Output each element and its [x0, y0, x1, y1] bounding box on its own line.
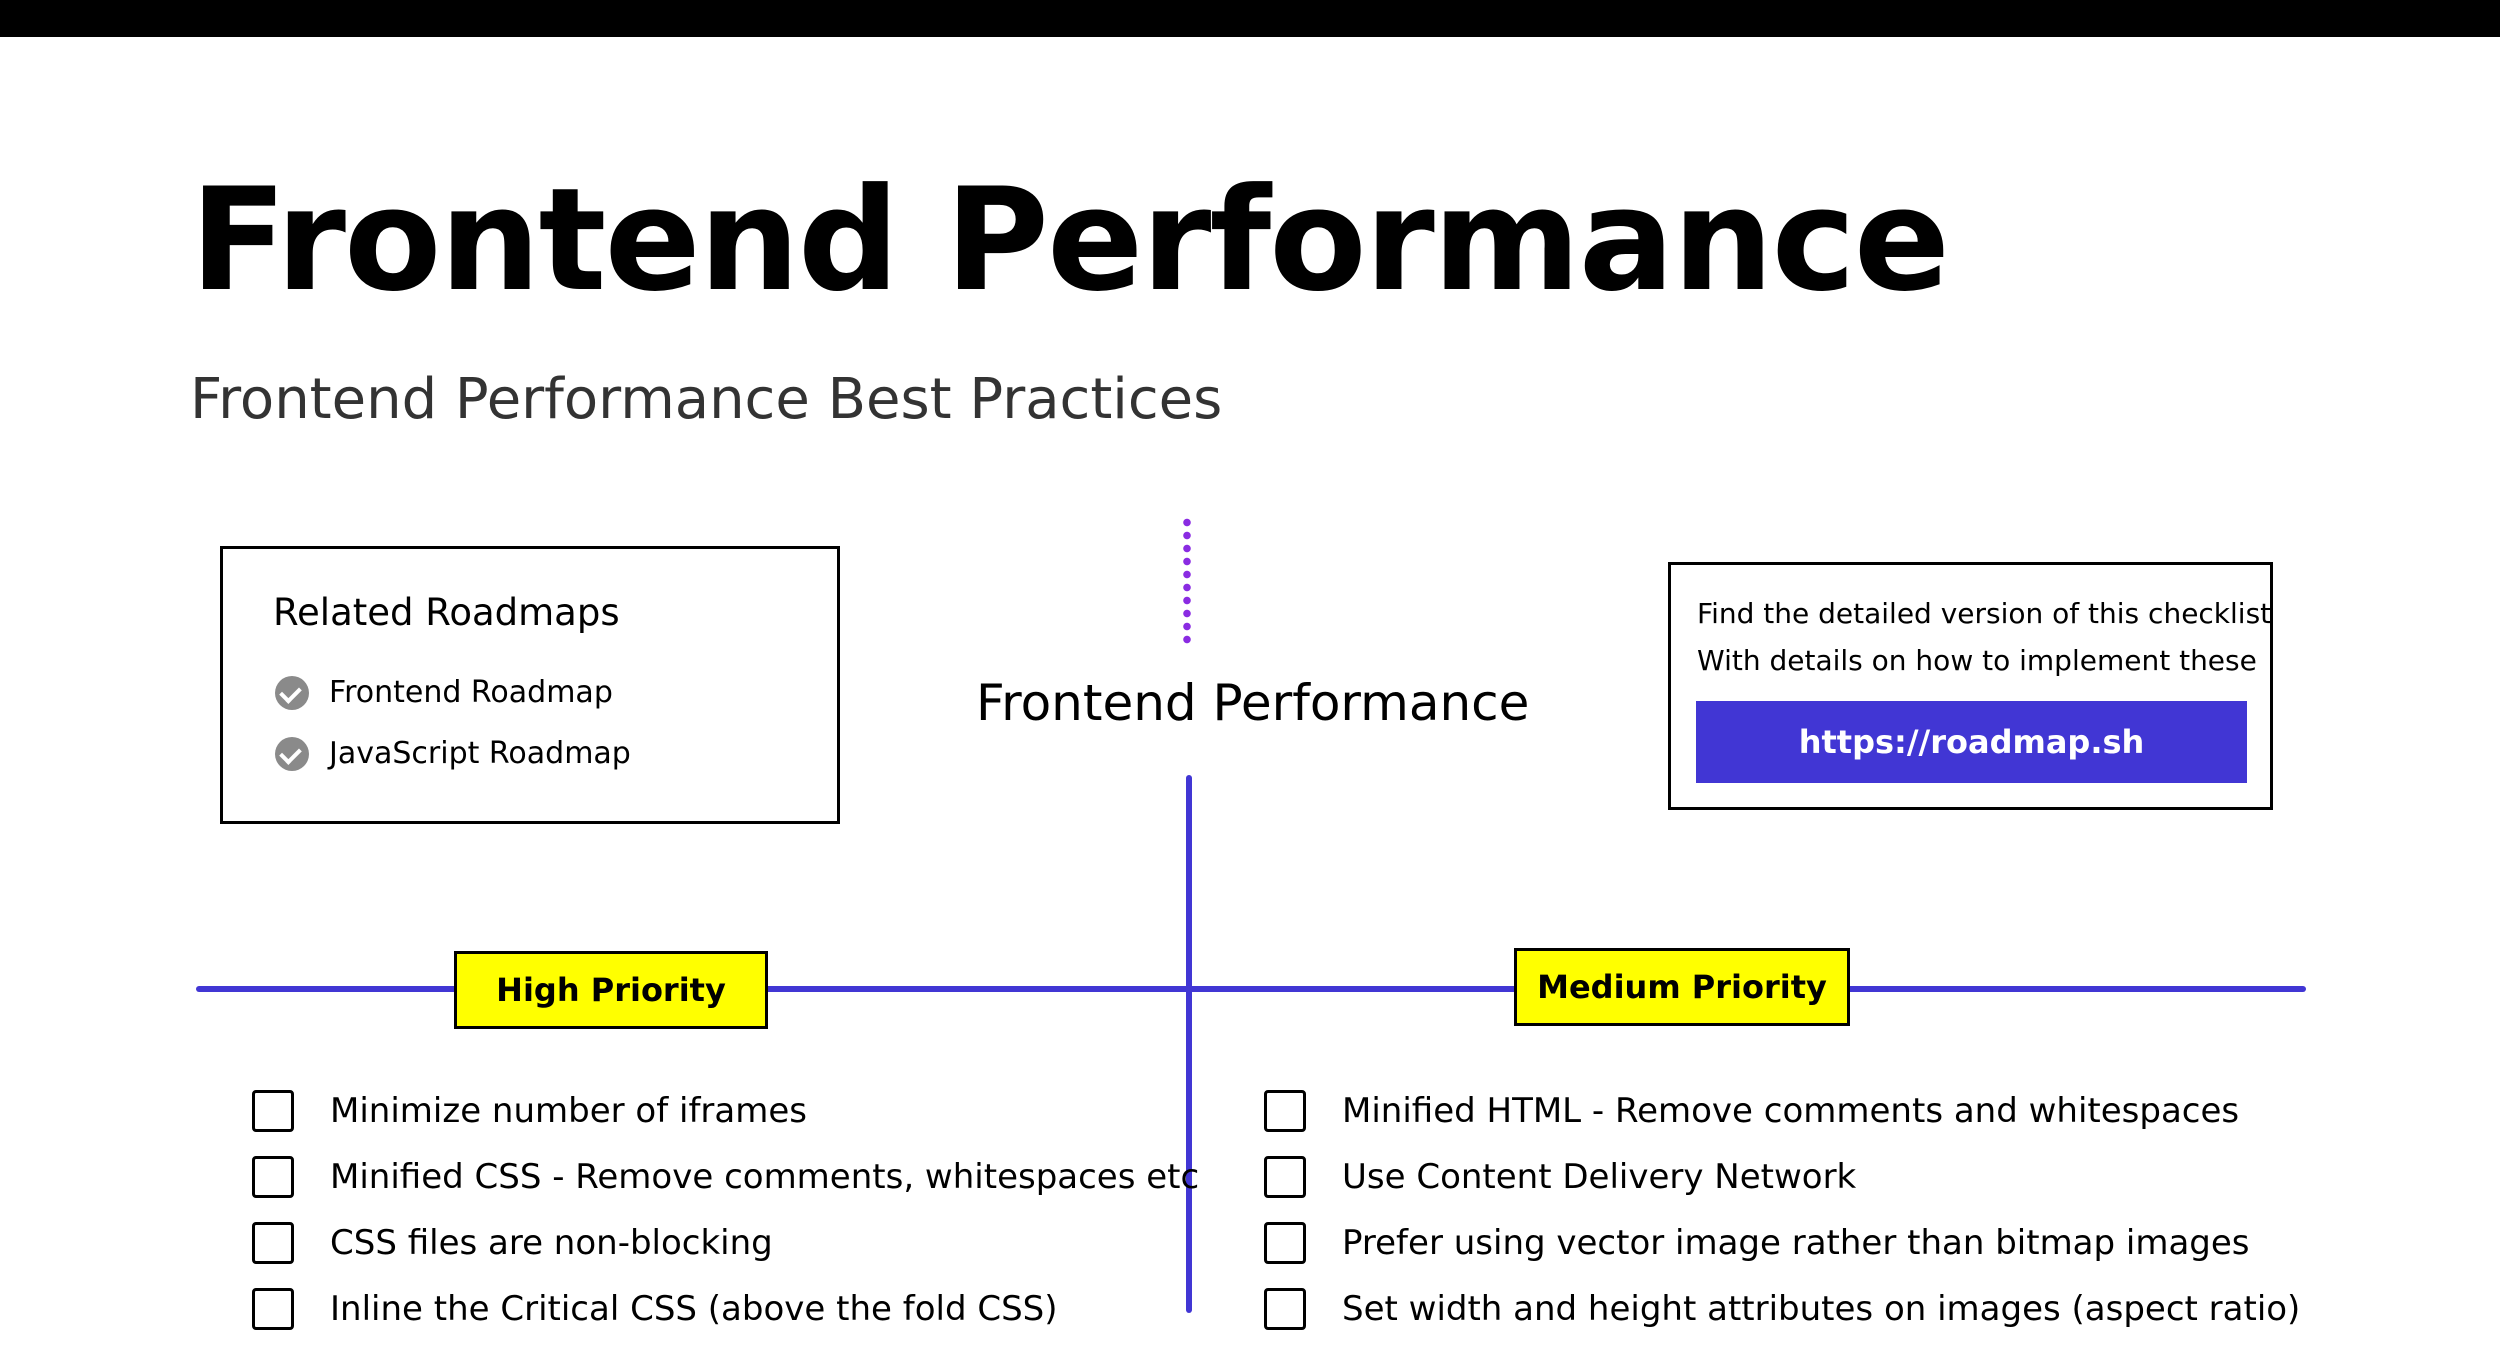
check-circle-icon	[275, 736, 309, 771]
top-bar	[0, 0, 2500, 37]
related-item-label: JavaScript Roadmap	[329, 736, 631, 771]
checkbox[interactable]	[1264, 1222, 1306, 1264]
checkbox[interactable]	[252, 1222, 294, 1264]
roadmap-link-button[interactable]: https://roadmap.sh	[1696, 701, 2247, 783]
related-roadmaps-box: Related Roadmaps Frontend Roadmap JavaSc…	[220, 546, 840, 824]
checklist-item: Use Content Delivery Network	[1264, 1154, 2300, 1200]
checklist-item-label: Set width and height attributes on image…	[1342, 1289, 2301, 1329]
checklist-item: Minified CSS - Remove comments, whitespa…	[252, 1154, 1199, 1200]
checklist-item-label: Inline the Critical CSS (above the fold …	[330, 1289, 1058, 1329]
dotted-connector	[1183, 516, 1191, 644]
checklist-item-label: Use Content Delivery Network	[1342, 1157, 1857, 1197]
high-priority-checklist: Minimize number of iframes Minified CSS …	[252, 1088, 1199, 1352]
medium-priority-checklist: Minified HTML - Remove comments and whit…	[1264, 1088, 2300, 1352]
checklist-item-label: CSS files are non-blocking	[330, 1223, 773, 1263]
check-circle-icon	[275, 675, 309, 710]
checklist-item: Minimize number of iframes	[252, 1088, 1199, 1134]
related-item-label: Frontend Roadmap	[329, 675, 613, 710]
checklist-item: Set width and height attributes on image…	[1264, 1286, 2300, 1332]
high-priority-label: High Priority	[454, 951, 768, 1029]
detail-text-line-1: Find the detailed version of this checkl…	[1697, 597, 2272, 630]
related-item-javascript[interactable]: JavaScript Roadmap	[275, 736, 631, 771]
checkbox[interactable]	[252, 1156, 294, 1198]
detail-text-line-2: With details on how to implement these	[1697, 644, 2257, 677]
checkbox[interactable]	[1264, 1156, 1306, 1198]
checklist-item-label: Minified HTML - Remove comments and whit…	[1342, 1091, 2240, 1131]
detailed-version-box: Find the detailed version of this checkl…	[1668, 562, 2273, 810]
checklist-item: Minified HTML - Remove comments and whit…	[1264, 1088, 2300, 1134]
medium-priority-label: Medium Priority	[1514, 948, 1850, 1026]
page-subtitle: Frontend Performance Best Practices	[190, 367, 1223, 432]
related-item-frontend[interactable]: Frontend Roadmap	[275, 675, 613, 710]
checklist-item: Prefer using vector image rather than bi…	[1264, 1220, 2300, 1266]
checkbox[interactable]	[252, 1090, 294, 1132]
checkbox[interactable]	[252, 1288, 294, 1330]
checklist-item: CSS files are non-blocking	[252, 1220, 1199, 1266]
checkbox[interactable]	[1264, 1090, 1306, 1132]
page-title: Frontend Performance	[190, 158, 1950, 323]
checklist-item-label: Minimize number of iframes	[330, 1091, 807, 1131]
checklist-item: Inline the Critical CSS (above the fold …	[252, 1286, 1199, 1332]
related-roadmaps-title: Related Roadmaps	[273, 591, 620, 634]
checklist-item-label: Prefer using vector image rather than bi…	[1342, 1223, 2250, 1263]
checkbox[interactable]	[1264, 1288, 1306, 1330]
checklist-item-label: Minified CSS - Remove comments, whitespa…	[330, 1157, 1200, 1197]
center-title: Frontend Performance	[976, 674, 1530, 732]
